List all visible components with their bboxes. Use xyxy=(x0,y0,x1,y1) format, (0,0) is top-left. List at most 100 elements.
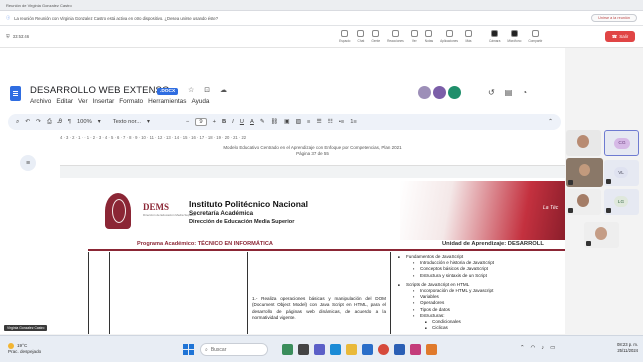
chevron-up-icon[interactable]: ⌃ xyxy=(548,119,553,125)
text-color-button[interactable]: A xyxy=(250,119,254,125)
wifi-icon[interactable]: ◠ xyxy=(531,345,536,351)
image-icon[interactable]: ▨ xyxy=(296,119,301,125)
participant-tile[interactable] xyxy=(566,189,601,215)
toolbar-item-ver[interactable]: Ver xyxy=(410,30,418,43)
highlight-icon[interactable]: ✎ xyxy=(260,119,265,125)
participant-tile-lg[interactable]: LG xyxy=(604,189,639,215)
toolbar-item-camara[interactable]: Cámara xyxy=(489,30,500,43)
store-icon[interactable] xyxy=(362,344,373,355)
redo-icon[interactable]: ↷ xyxy=(36,119,41,125)
participant-avatar xyxy=(595,227,607,240)
participant-tile[interactable] xyxy=(584,222,619,248)
toolbar-item-compartir[interactable]: Compartir xyxy=(528,30,542,43)
menu-item-ver[interactable]: Ver xyxy=(78,98,88,105)
chevron-up-icon[interactable]: ⌃ xyxy=(520,345,525,351)
menu-item-insertar[interactable]: Insertar xyxy=(93,98,115,105)
battery-icon[interactable]: ▭ xyxy=(550,345,555,351)
notification-bar: ⓘ La reunión Reunión con Virginia Gonzal… xyxy=(0,11,643,26)
docs-icon xyxy=(10,86,21,101)
taskbar-search[interactable]: ⌕ Buscar xyxy=(200,343,268,356)
search-placeholder: Buscar xyxy=(210,346,227,353)
widgets-icon[interactable] xyxy=(282,344,293,355)
toolbar-item-mas[interactable]: Más xyxy=(465,30,472,43)
toolbar-item-aplicaciones[interactable]: Aplicaciones xyxy=(440,30,458,43)
mic-off-icon xyxy=(568,208,573,213)
more-icon xyxy=(465,30,472,37)
view-icon xyxy=(410,30,418,37)
underline-button[interactable]: U xyxy=(240,119,244,125)
line-spacing-icon[interactable]: ☰ xyxy=(316,119,321,125)
participant-tile-vl[interactable]: VL xyxy=(604,160,639,186)
menu-item-editar[interactable]: Editar xyxy=(56,98,73,105)
bullet-list-icon[interactable]: •≡ xyxy=(339,119,344,125)
leave-button[interactable]: ☎ Salir xyxy=(605,31,635,42)
file-explorer-icon[interactable] xyxy=(346,344,357,355)
print-icon[interactable]: ⎙ xyxy=(47,119,52,126)
outline-icon[interactable]: ≡ xyxy=(20,155,36,171)
clock[interactable]: 08:23 p. m. 25/11/2024 xyxy=(594,342,638,354)
font-decrease-icon[interactable]: − xyxy=(186,119,189,125)
toolbar-item-gente[interactable]: Gente xyxy=(371,30,380,43)
table-border xyxy=(390,252,391,334)
comment-icon[interactable]: ▤ xyxy=(505,88,513,97)
font-size-input[interactable]: 9 xyxy=(195,118,207,126)
numbered-list-icon[interactable]: 1≡ xyxy=(350,119,357,125)
app-icon[interactable] xyxy=(426,344,437,355)
link-icon[interactable]: ⛓ xyxy=(271,119,278,125)
chrome-icon[interactable] xyxy=(378,344,389,355)
word-icon[interactable] xyxy=(394,344,405,355)
toolbar-item-microfono[interactable]: Micrófono xyxy=(507,30,521,43)
avatar[interactable] xyxy=(448,86,461,99)
format-toolbar: ⌕ ↶ ↷ ⎙ Ꭿ ¶ 100% ▾ Texto nor... ▾ − 9 + … xyxy=(8,114,561,130)
toolbar-item-reacciones[interactable]: Reacciones xyxy=(387,30,404,43)
align-icon[interactable]: ≡ xyxy=(307,119,310,125)
menu-item-archivo[interactable]: Archivo xyxy=(30,98,51,105)
ipn-logo xyxy=(105,193,131,229)
search-icon[interactable]: ⌕ xyxy=(16,119,19,126)
shield-icon: ⛨ xyxy=(6,33,10,40)
menu-item-herramientas[interactable]: Herramientas xyxy=(148,98,186,105)
spellcheck-icon[interactable]: Ꭿ xyxy=(58,119,62,126)
chevron-down-icon: ▾ xyxy=(97,119,101,125)
edge-icon[interactable] xyxy=(330,344,341,355)
toolbar-item-espacio[interactable]: Espacio xyxy=(339,30,350,43)
weather-widget[interactable]: 19°C Prac. despejado xyxy=(8,343,41,355)
unit-label: Unidad de Aprendizaje: DESARROLL xyxy=(442,241,544,247)
teams-icon[interactable] xyxy=(314,344,325,355)
temperature: 19°C xyxy=(17,343,28,349)
avatar[interactable] xyxy=(433,86,446,99)
collaborator-avatars xyxy=(418,86,461,99)
windows-start-icon[interactable] xyxy=(183,344,194,355)
style-select[interactable]: Texto nor... xyxy=(113,119,141,125)
meet-icon[interactable]: ◔ xyxy=(522,88,527,97)
meeting-toolbar: ⛨ 33:53:46 Espacio Chat Gente Reacciones… xyxy=(0,26,643,48)
font-increase-icon[interactable]: + xyxy=(213,119,216,125)
document-title[interactable]: DESARROLLO WEB EXTENSO xyxy=(30,85,169,96)
initials-avatar: CG xyxy=(614,138,630,149)
avatar[interactable] xyxy=(418,86,431,99)
undo-icon[interactable]: ↶ xyxy=(25,119,30,125)
list-item: Estructura y sintaxis de un Script xyxy=(398,273,558,279)
participant-video-tile[interactable] xyxy=(566,158,603,187)
paint-format-icon[interactable]: ¶ xyxy=(68,119,71,125)
checklist-icon[interactable]: ☷ xyxy=(328,119,333,125)
program-label: Programa Académico: TÉCNICO EN INFORMÁTI… xyxy=(137,241,273,247)
participant-tile-cg[interactable]: CG xyxy=(604,130,639,156)
volume-icon[interactable]: ♪ xyxy=(541,345,544,351)
zoom-select[interactable]: 100% xyxy=(77,119,92,125)
star-folder-cloud-icon[interactable]: ☆ ⊡ ☁ xyxy=(188,86,231,94)
microphone-icon xyxy=(510,30,518,37)
toolbar-item-chat[interactable]: Chat xyxy=(357,30,365,43)
comment-add-icon[interactable]: ▣ xyxy=(284,119,289,125)
italic-button[interactable]: I xyxy=(232,119,234,125)
app-icon[interactable] xyxy=(410,344,421,355)
toolbar-item-notas[interactable]: Notas xyxy=(425,30,433,43)
menu-item-ayuda[interactable]: Ayuda xyxy=(191,98,209,105)
history-icon[interactable]: ↺ xyxy=(488,88,495,97)
camera-icon xyxy=(491,30,499,37)
task-view-icon[interactable] xyxy=(298,344,309,355)
participant-tile[interactable] xyxy=(566,130,601,156)
join-meeting-button[interactable]: Unirse a la reunión xyxy=(591,14,637,22)
menu-item-formato[interactable]: Formato xyxy=(119,98,143,105)
bold-button[interactable]: B xyxy=(222,119,226,125)
